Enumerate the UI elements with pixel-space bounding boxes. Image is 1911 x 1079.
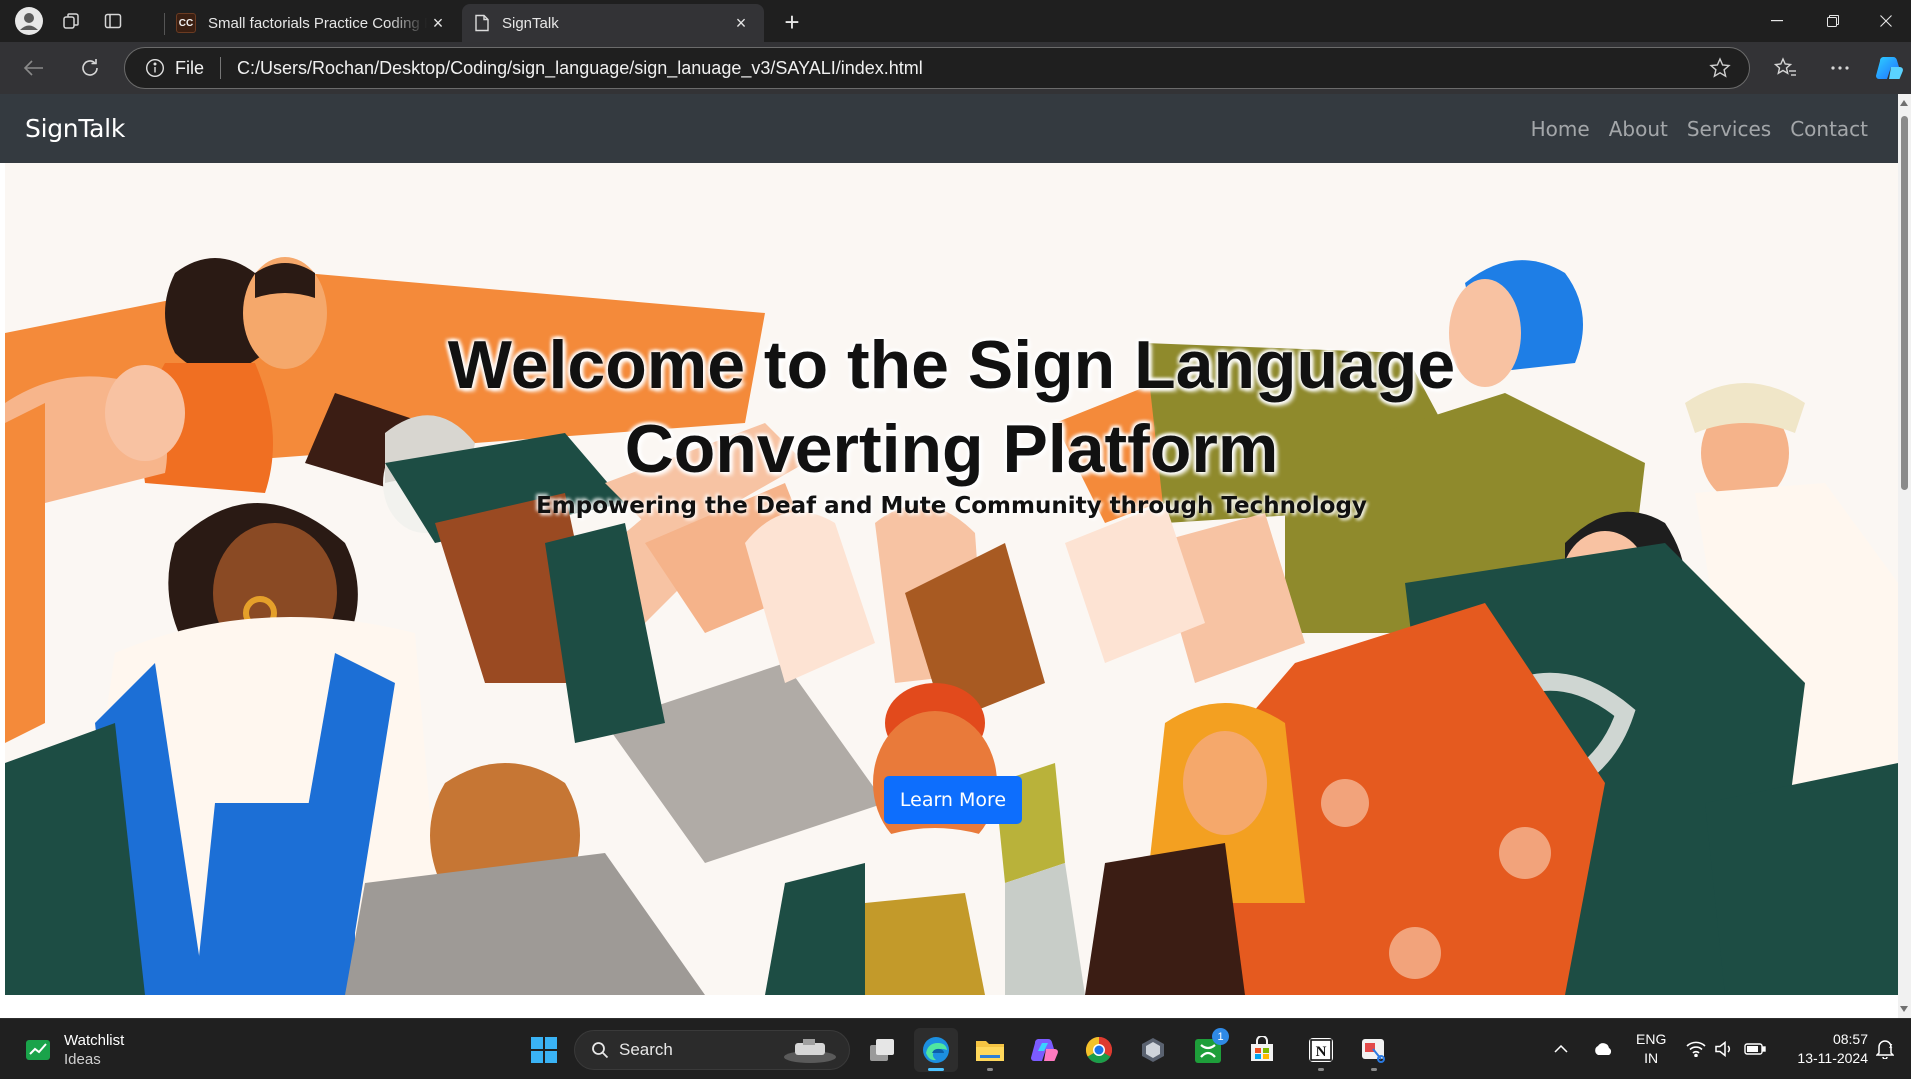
running-indicator xyxy=(1318,1068,1324,1071)
store-icon xyxy=(1251,1036,1273,1061)
new-tab-button[interactable]: + xyxy=(776,6,808,38)
search-highlight-icon xyxy=(784,1039,836,1063)
task-view-button[interactable] xyxy=(860,1028,904,1072)
hero-title-line-1: Welcome to the Sign Language xyxy=(447,327,1456,403)
input-language-indicator[interactable]: ENG IN xyxy=(1636,1030,1666,1068)
site-info-icon[interactable] xyxy=(145,58,165,78)
browser-tab-strip: CC Small factorials Practice Coding P × … xyxy=(0,0,1911,42)
url-scheme-label: File xyxy=(175,57,205,78)
back-arrow-icon[interactable] xyxy=(16,50,52,86)
folder-icon xyxy=(976,1041,1004,1061)
chrome-icon xyxy=(1085,1036,1113,1064)
scroll-up-arrow-icon[interactable] xyxy=(1900,100,1908,106)
windows-logo-icon xyxy=(531,1037,557,1063)
running-indicator xyxy=(987,1068,993,1071)
codechef-favicon-icon: CC xyxy=(176,13,196,33)
unity-taskbar-button[interactable] xyxy=(1131,1028,1175,1072)
tab-coding-practice[interactable]: CC Small factorials Practice Coding P × xyxy=(164,4,461,42)
edge-taskbar-button[interactable] xyxy=(914,1028,958,1072)
clock-time: 08:57 xyxy=(1832,1031,1868,1047)
close-tab-icon[interactable]: × xyxy=(730,12,752,34)
favorites-icon[interactable] xyxy=(1768,50,1804,86)
language-region: IN xyxy=(1644,1050,1659,1066)
hero-subtitle: Empowering the Deaf and Mute Community t… xyxy=(536,493,1367,519)
onedrive-cloud-icon[interactable] xyxy=(1592,1019,1622,1079)
tab-signtalk[interactable]: SignTalk × xyxy=(462,4,764,42)
active-indicator xyxy=(928,1068,944,1071)
svg-text:N: N xyxy=(1316,1044,1327,1060)
snipping-tool-icon xyxy=(1362,1039,1385,1063)
chrome-taskbar-button[interactable] xyxy=(1077,1028,1121,1072)
site-navbar: SignTalk Home About Services Contact xyxy=(0,94,1898,163)
widget-title: Watchlist xyxy=(64,1032,125,1049)
snipping-tool-taskbar-button[interactable] xyxy=(1352,1028,1396,1072)
nav-links: Home About Services Contact xyxy=(1531,117,1868,141)
page-favicon-icon xyxy=(474,14,490,32)
volume-icon[interactable] xyxy=(1714,1019,1736,1079)
tab-title: SignTalk xyxy=(502,14,559,32)
start-button[interactable] xyxy=(522,1028,566,1072)
scrollbar-thumb[interactable] xyxy=(1901,116,1908,490)
wifi-icon[interactable] xyxy=(1686,1019,1708,1079)
more-options-icon[interactable] xyxy=(1822,50,1858,86)
clock-date: 13-11-2024 xyxy=(1797,1050,1868,1066)
close-window-icon[interactable] xyxy=(1861,0,1911,42)
page-scrollbar[interactable] xyxy=(1898,94,1911,1018)
stock-chart-icon xyxy=(26,1040,50,1060)
battery-icon[interactable] xyxy=(1744,1019,1770,1079)
profile-icon[interactable] xyxy=(8,0,50,42)
copilot-taskbar-button[interactable] xyxy=(1023,1028,1067,1072)
hero-section: Welcome to the Sign Language Converting … xyxy=(5,163,1898,995)
xbox-taskbar-button[interactable]: 1 xyxy=(1186,1028,1230,1072)
tab-title: Small factorials Practice Coding P xyxy=(208,14,427,32)
site-brand[interactable]: SignTalk xyxy=(25,114,125,143)
minimize-icon[interactable] xyxy=(1749,0,1805,42)
restore-icon[interactable] xyxy=(1805,0,1861,42)
nav-link-about[interactable]: About xyxy=(1609,117,1668,141)
learn-more-button[interactable]: Learn More xyxy=(884,776,1022,824)
svg-text:z: z xyxy=(1889,1043,1893,1050)
notion-taskbar-button[interactable]: N xyxy=(1299,1028,1343,1072)
address-bar[interactable]: File C:/Users/Rochan/Desktop/Coding/sign… xyxy=(124,47,1750,89)
copilot-app-icon xyxy=(1031,1039,1058,1061)
windows-taskbar: Watchlist Ideas Search 1 N ENG IN 08:57 … xyxy=(0,1018,1911,1078)
language-code: ENG xyxy=(1636,1031,1667,1047)
scroll-down-arrow-icon[interactable] xyxy=(1900,1006,1908,1012)
refresh-icon[interactable] xyxy=(72,50,108,86)
store-taskbar-button[interactable] xyxy=(1240,1028,1284,1072)
taskbar-clock[interactable]: 08:57 13-11-2024 xyxy=(1786,1030,1868,1068)
file-explorer-button[interactable] xyxy=(968,1028,1012,1072)
workspaces-icon[interactable] xyxy=(50,0,92,42)
favorite-star-icon[interactable] xyxy=(1709,57,1731,79)
address-divider xyxy=(220,57,222,79)
running-indicator xyxy=(1371,1068,1377,1071)
widgets-button[interactable]: Watchlist Ideas xyxy=(24,1031,124,1069)
hero-title-line-2: Converting Platform xyxy=(624,411,1279,487)
browser-toolbar: File C:/Users/Rochan/Desktop/Coding/sign… xyxy=(0,42,1911,94)
search-placeholder: Search xyxy=(619,1040,673,1059)
widget-subtitle: Ideas xyxy=(64,1051,101,1068)
nav-link-home[interactable]: Home xyxy=(1531,117,1590,141)
nav-link-contact[interactable]: Contact xyxy=(1790,117,1868,141)
page-bottom-strip xyxy=(0,995,1898,1018)
search-icon xyxy=(591,1041,609,1059)
notion-icon: N xyxy=(1309,1038,1333,1062)
edge-icon xyxy=(923,1037,949,1063)
close-tab-icon[interactable]: × xyxy=(427,12,449,34)
vertical-tabs-icon[interactable] xyxy=(92,0,134,42)
show-hidden-icons-chevron-icon[interactable] xyxy=(1554,1019,1578,1079)
cube-app-icon xyxy=(1142,1038,1164,1062)
page-viewport: SignTalk Home About Services Contact Wel… xyxy=(0,94,1911,1018)
hero-title: Welcome to the Sign Language Converting … xyxy=(5,323,1898,491)
nav-link-services[interactable]: Services xyxy=(1687,117,1771,141)
copilot-icon[interactable] xyxy=(1872,50,1908,86)
notification-badge: 1 xyxy=(1212,1028,1229,1045)
notifications-bell-icon[interactable]: z xyxy=(1876,1019,1900,1079)
task-view-icon xyxy=(870,1039,894,1061)
taskbar-search[interactable]: Search xyxy=(574,1030,850,1070)
hero-illustration xyxy=(5,163,1898,995)
url-text[interactable]: C:/Users/Rochan/Desktop/Coding/sign_lang… xyxy=(237,58,923,79)
